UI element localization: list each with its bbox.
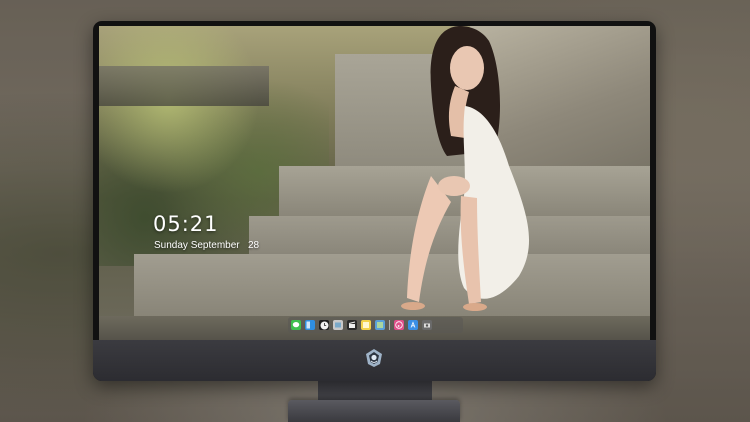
preview-icon[interactable] [375, 320, 385, 330]
brand-logo-icon [366, 349, 382, 367]
dock [288, 317, 463, 333]
monitor-stand-base [288, 400, 460, 422]
finder-icon[interactable] [305, 320, 315, 330]
camera-icon[interactable] [422, 320, 432, 330]
lockscreen-time: 05:21 [153, 212, 219, 236]
notes-icon[interactable] [361, 320, 371, 330]
wallpaper-bridge [99, 66, 269, 106]
wallpaper-seated-woman [401, 26, 530, 311]
messages-icon[interactable] [291, 320, 301, 330]
desktop-screen: 05:21 Sunday September 28 [99, 26, 650, 340]
monitor-chin [93, 340, 656, 381]
photos-icon[interactable] [333, 320, 343, 330]
lockscreen-date: Sunday September 28 [154, 240, 260, 251]
clapper-icon[interactable] [347, 320, 357, 330]
monitor: 05:21 Sunday September 28 [93, 21, 656, 381]
app-store-icon[interactable] [408, 320, 418, 330]
clock-icon[interactable] [319, 320, 329, 330]
dock-separator [389, 320, 390, 330]
itunes-icon[interactable] [394, 320, 404, 330]
